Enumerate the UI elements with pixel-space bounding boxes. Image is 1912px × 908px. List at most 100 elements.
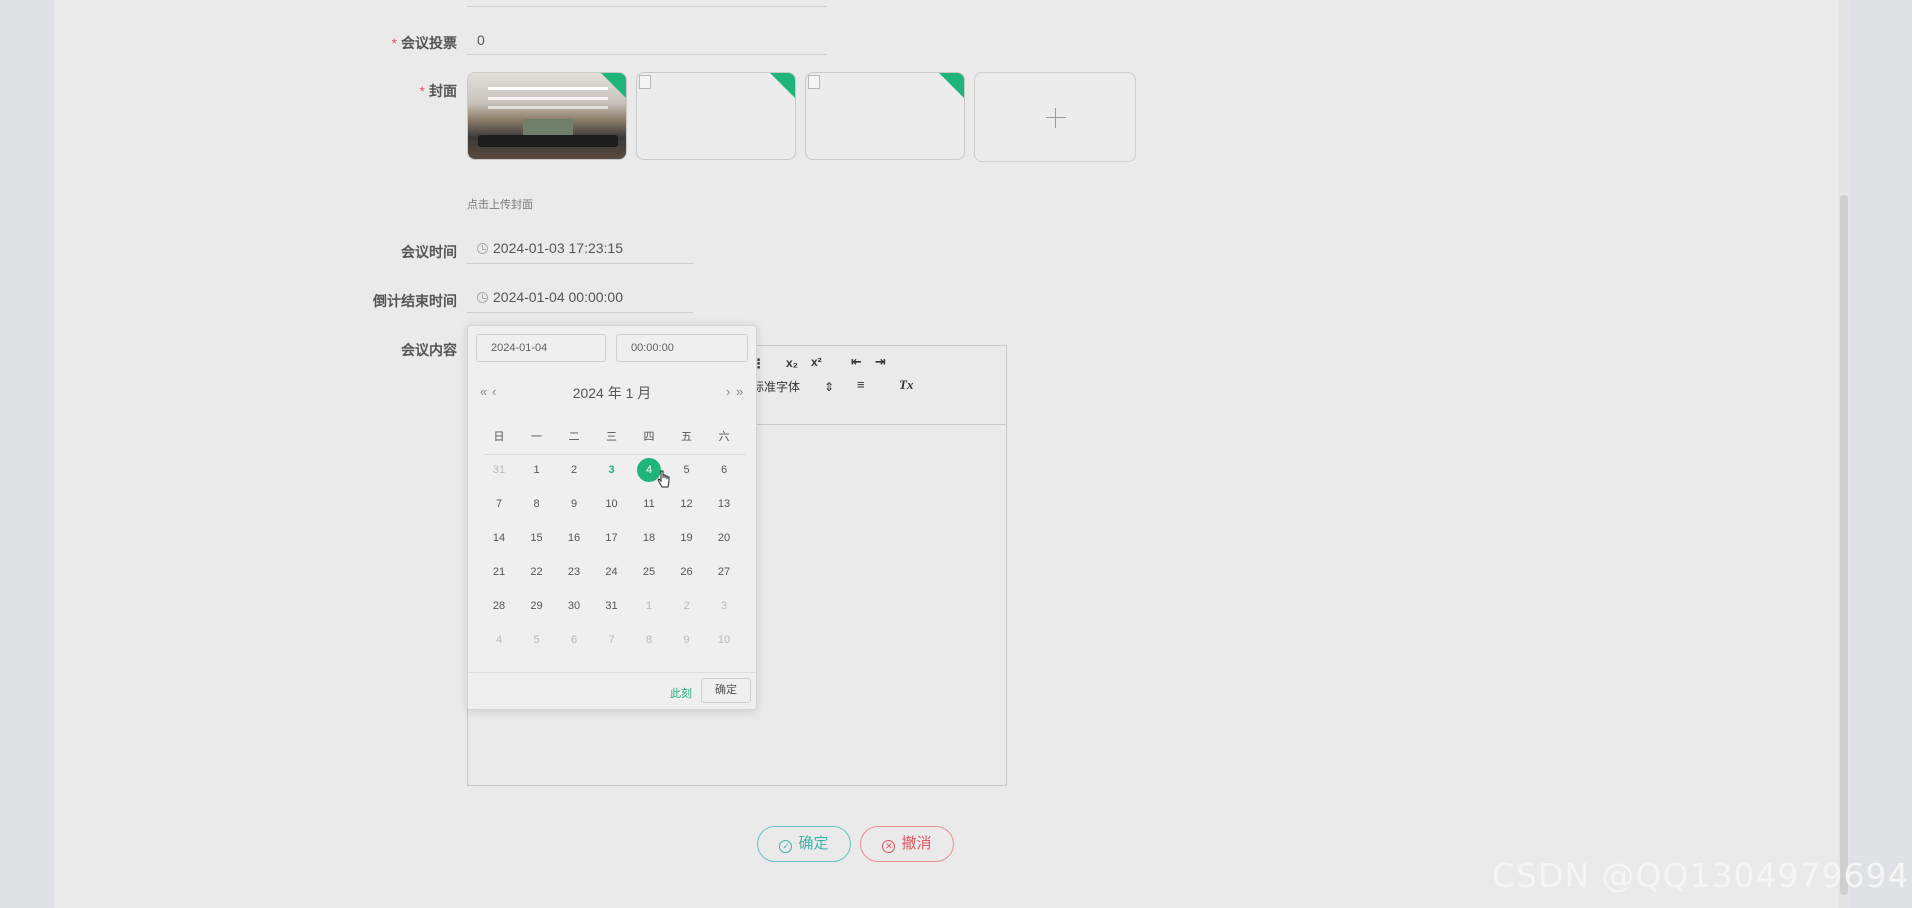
- calendar-day[interactable]: 4: [484, 634, 514, 646]
- meeting-time-label: 会议时间: [401, 244, 457, 260]
- subscript-button[interactable]: x₂: [786, 356, 798, 370]
- close-circle-icon: ✕: [882, 840, 896, 853]
- picker-footer-divider: [468, 672, 756, 673]
- watermark: CSDN @QQ1304979694: [1492, 856, 1910, 895]
- calendar-day[interactable]: 20: [709, 532, 739, 544]
- outdent-icon[interactable]: ⇤: [851, 354, 862, 370]
- calendar-day[interactable]: 1: [634, 600, 664, 612]
- broken-image-icon: [639, 75, 651, 89]
- align-icon[interactable]: ≡: [857, 377, 865, 392]
- calendar-day[interactable]: 10: [597, 498, 627, 510]
- cover-image-2[interactable]: [636, 72, 796, 160]
- uploaded-check-corner: [937, 73, 964, 100]
- weekday-header: 二: [568, 431, 580, 443]
- countdown-input[interactable]: 2024-01-04 00:00:00: [493, 289, 623, 305]
- confirm-button[interactable]: ✓ 确定: [757, 826, 851, 862]
- plus-icon: [1055, 108, 1056, 128]
- superscript-button[interactable]: x²: [811, 355, 822, 369]
- calendar-day[interactable]: 31: [597, 600, 627, 612]
- calendar-day[interactable]: 21: [484, 566, 514, 578]
- picker-time-input[interactable]: 00:00:00: [616, 334, 748, 362]
- date-time-picker: 2024-01-04 00:00:00 « ‹ 2024 年 1 月 › » 日…: [467, 325, 757, 710]
- content-label: 会议内容: [401, 342, 457, 358]
- calendar-day[interactable]: 5: [522, 634, 552, 646]
- calendar-day[interactable]: 27: [709, 566, 739, 578]
- meeting-time-input[interactable]: 2024-01-03 17:23:15: [493, 240, 623, 256]
- clock-icon: [477, 292, 488, 303]
- weekday-header: 五: [681, 431, 692, 443]
- calendar-day[interactable]: 6: [709, 464, 739, 476]
- votes-underline: [467, 54, 827, 55]
- calendar-day[interactable]: 8: [634, 634, 664, 646]
- calendar-header: 2024 年 1 月: [572, 385, 652, 401]
- font-select[interactable]: 标准字体 ⇕: [752, 378, 834, 395]
- required-mark: *: [391, 35, 397, 51]
- cover-upload-hint: 点击上传封面: [467, 199, 533, 211]
- indent-icon[interactable]: ⇥: [875, 354, 886, 370]
- upload-cover-button[interactable]: [974, 72, 1136, 162]
- previous-field-underline: [467, 6, 827, 7]
- calendar-day[interactable]: 6: [559, 634, 589, 646]
- required-mark: *: [419, 83, 425, 99]
- next-month-icon[interactable]: ›: [726, 384, 730, 399]
- picker-confirm-button[interactable]: 确定: [701, 678, 751, 703]
- picker-date-input[interactable]: 2024-01-04: [476, 334, 606, 362]
- calendar-day[interactable]: 2: [672, 600, 702, 612]
- countdown-label: 倒计结束时间: [373, 293, 457, 309]
- clean-format-button[interactable]: Tx: [899, 377, 913, 393]
- meeting-time-underline: [467, 263, 693, 264]
- form-page: * 会议投票 0 * 封面 点击上传封面 会议时间 2024-01-03 17:23…: [54, 0, 1850, 908]
- now-button[interactable]: 此刻: [670, 685, 692, 701]
- check-circle-icon: ✓: [779, 840, 793, 853]
- calendar-day[interactable]: 14: [484, 532, 514, 544]
- weekday-header: 日: [493, 431, 505, 443]
- calendar-day[interactable]: 28: [484, 600, 514, 612]
- select-arrow-icon: ⇕: [824, 380, 835, 394]
- weekday-header: 三: [606, 431, 617, 443]
- vertical-scrollbar[interactable]: [1838, 0, 1850, 908]
- calendar-day[interactable]: 2: [559, 464, 589, 476]
- calendar-day[interactable]: 22: [522, 566, 552, 578]
- calendar-day[interactable]: 30: [559, 600, 589, 612]
- calendar-day[interactable]: 3: [709, 600, 739, 612]
- hand-cursor-icon: [657, 470, 670, 488]
- clock-icon: [477, 243, 488, 254]
- calendar-day[interactable]: 9: [672, 634, 702, 646]
- votes-input[interactable]: 0: [477, 32, 485, 48]
- next-year-icon[interactable]: »: [736, 384, 743, 399]
- calendar-day[interactable]: 11: [634, 498, 664, 510]
- countdown-underline: [467, 312, 693, 313]
- calendar-day[interactable]: 26: [672, 566, 702, 578]
- calendar-day[interactable]: 10: [709, 634, 739, 646]
- conference-room-photo: [468, 73, 626, 159]
- calendar-day[interactable]: 31: [484, 464, 514, 476]
- calendar-day[interactable]: 29: [522, 600, 552, 612]
- calendar-day[interactable]: 17: [597, 532, 627, 544]
- calendar-day[interactable]: 19: [672, 532, 702, 544]
- calendar-day[interactable]: 5: [672, 464, 702, 476]
- calendar-day[interactable]: 18: [634, 532, 664, 544]
- calendar-day[interactable]: 15: [522, 532, 552, 544]
- calendar-day[interactable]: 24: [597, 566, 627, 578]
- weekday-header: 四: [643, 431, 655, 443]
- calendar-day[interactable]: 12: [672, 498, 702, 510]
- calendar-day[interactable]: 25: [634, 566, 664, 578]
- calendar-day[interactable]: 13: [709, 498, 739, 510]
- cancel-button[interactable]: ✕ 撤消: [860, 826, 954, 862]
- calendar-day[interactable]: 7: [484, 498, 514, 510]
- weekday-header: 一: [531, 431, 542, 443]
- scroll-thumb[interactable]: [1840, 195, 1848, 895]
- calendar-day[interactable]: 16: [559, 532, 589, 544]
- uploaded-check-corner: [768, 73, 795, 100]
- calendar-day[interactable]: 1: [522, 464, 552, 476]
- broken-image-icon: [808, 75, 820, 89]
- calendar-day[interactable]: 7: [597, 634, 627, 646]
- cover-image-1[interactable]: [467, 72, 627, 160]
- weekday-divider: [484, 454, 746, 455]
- calendar-day[interactable]: 8: [522, 498, 552, 510]
- calendar-day[interactable]: 9: [559, 498, 589, 510]
- calendar-day[interactable]: 3: [597, 464, 627, 476]
- cover-label: * 封面: [419, 83, 457, 99]
- cover-image-3[interactable]: [805, 72, 965, 160]
- calendar-day[interactable]: 23: [559, 566, 589, 578]
